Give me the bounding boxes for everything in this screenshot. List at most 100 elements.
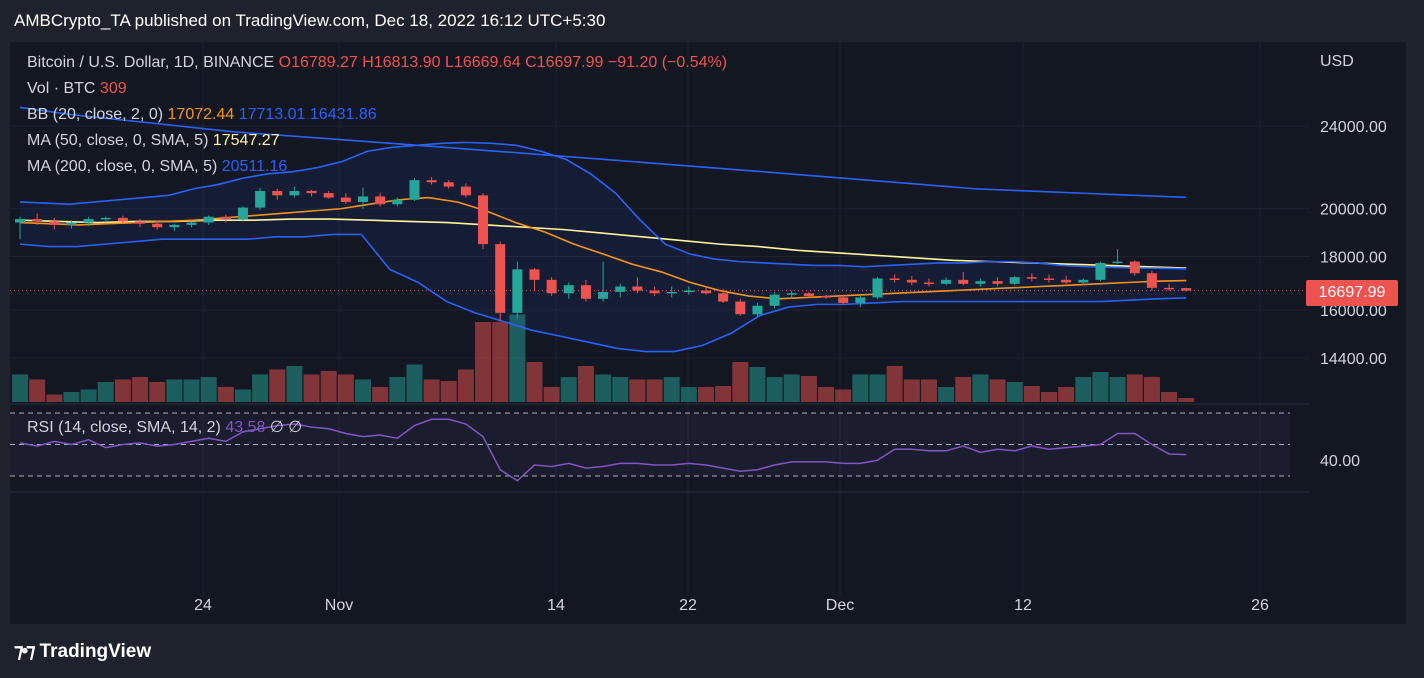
time-tick: 22 [679,597,697,614]
volume-bar [475,322,492,402]
candle-body [1044,278,1054,281]
candle-body [306,190,317,194]
chart-canvas[interactable]: USD24000.0020000.0018000.0016000.0014400… [0,0,1424,678]
axis-labels: USD24000.0020000.0018000.0016000.0014400… [194,53,1387,614]
legend-bb[interactable]: BB (20, close, 2, 0) 17072.44 17713.01 1… [27,106,377,124]
candle-body [117,217,128,222]
candle-body [460,186,471,196]
volume-bar [715,386,732,402]
volume-bar [252,374,269,402]
candle-body [769,294,780,306]
rsi-tick: 40.00 [1320,453,1360,470]
volume-bar [29,379,46,402]
candle-body [1112,261,1123,264]
time-tick: 26 [1251,597,1269,614]
volume-bar [680,387,697,402]
candle-body [1026,277,1037,279]
volume-bar [852,374,869,402]
candle-body [906,279,917,283]
legend-volume[interactable]: Vol · BTC 309 [27,80,127,98]
tv-logo-icon: ⁊•⁊ [14,641,36,662]
candle-body [666,291,677,294]
volume-bar [457,369,474,402]
candle-body [701,290,711,294]
currency-label: USD [1320,53,1354,70]
bb-basis-value: 17072.44 [167,106,235,123]
time-tick: Dec [826,597,854,614]
volume-bar [1023,386,1040,402]
candle-body [786,293,797,295]
rsi-extra-2: ∅ [288,419,303,436]
candle-body [323,193,334,198]
volume-bar [166,379,183,402]
volume-bar [783,374,800,402]
legend-ma50[interactable]: MA (50, close, 0, SMA, 5) 17547.27 [27,132,280,150]
rsi-extra-1: ∅ [269,419,284,436]
candle-body [941,279,952,284]
candle-body [735,301,746,315]
candle-body [580,285,591,299]
candle-body [546,279,557,294]
volume-bar [577,366,594,402]
legend-ma200[interactable]: MA (200, close, 0, SMA, 5) 20511.16 [27,158,287,176]
volume-bar [406,364,423,402]
volume-bar [200,377,217,402]
volume-bar [97,382,114,402]
volume-bar [389,377,406,402]
volume-bar [543,387,560,402]
time-tick: 24 [194,597,212,614]
volume-bar [1126,374,1143,402]
candle-body [838,297,849,303]
ma200-label: MA (200, close, 0, SMA, 5) [27,158,218,175]
candle-body [1078,279,1089,283]
candle-body [358,196,368,202]
tradingview-logo[interactable]: ⁊•⁊ TradingView [14,640,151,663]
volume-bar [612,377,629,402]
candle-body [15,219,25,223]
volume-bar [526,362,543,402]
candle-body [135,221,146,224]
volume-bar [1109,377,1126,402]
bb-upper-value: 17713.01 [238,106,306,123]
volume-bar [835,389,852,402]
candle-body [495,244,506,313]
candle-body [855,297,866,303]
candle-body [1181,288,1192,291]
time-tick: 12 [1014,597,1032,614]
candle-body [1009,277,1020,284]
volume-bar [663,377,680,402]
candle-body [100,217,111,220]
volume-bar [1006,382,1023,402]
candle-body [649,290,660,294]
candle-body [32,219,43,222]
volume-bar [337,374,354,402]
candle-body [958,279,969,284]
symbol-label[interactable]: Bitcoin / U.S. Dollar, 1D, BINANCE [27,54,274,71]
close-value: C16697.99 [525,54,604,71]
candle-body [1095,262,1106,280]
volume-bar [869,374,886,402]
volume-bar [217,387,234,402]
candle-body [992,281,1003,284]
volume-bar [766,377,783,402]
candle-body [872,278,883,298]
candle-body [340,197,351,202]
candle-body [1061,279,1072,283]
candle-body [272,190,283,196]
candle-body [803,293,814,297]
price-tick: 14400.00 [1320,351,1387,368]
price-tick: 20000.00 [1320,202,1387,219]
bb-lower-value: 16431.86 [309,106,377,123]
volume-bar [749,367,766,402]
candle-body [289,190,300,196]
volume-bar [423,379,440,402]
candle-body [889,278,900,281]
volume-bar [698,387,714,402]
candle-body [186,222,197,225]
candle-body [683,290,694,293]
open-value: O16789.27 [278,54,358,71]
volume-bar [1178,398,1195,402]
volume-bar [938,387,955,402]
volume-bar [972,374,989,402]
legend-rsi[interactable]: RSI (14, close, SMA, 14, 2) 43.58 ∅ ∅ [27,417,302,437]
